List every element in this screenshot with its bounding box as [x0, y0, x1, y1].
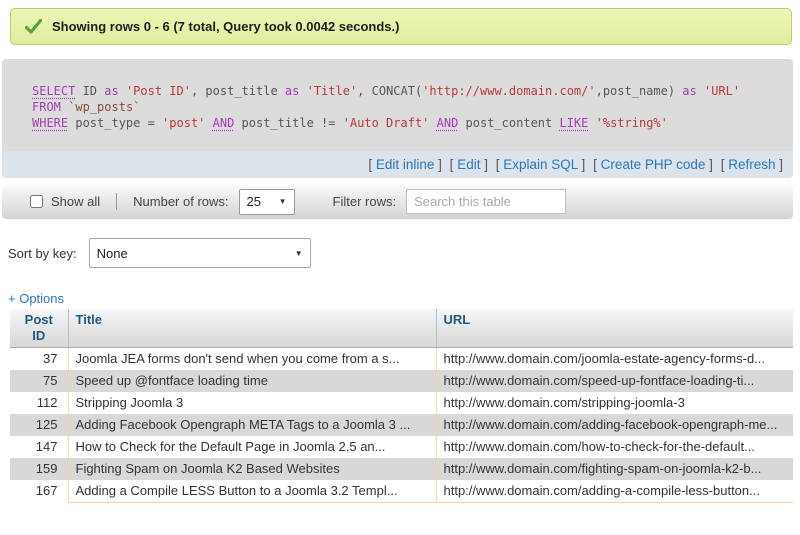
title-cell: Adding Facebook Opengraph META Tags to a…	[68, 414, 436, 436]
sql-token: SELECT	[32, 84, 75, 98]
title-cell: Speed up @fontface loading time	[68, 370, 436, 392]
url-cell: http://www.domain.com/adding-facebook-op…	[436, 414, 793, 436]
bracket: ]	[434, 157, 442, 172]
table-header-row: Post ID Title URL	[10, 309, 793, 348]
sql-token: ,post_name)	[596, 84, 683, 98]
sql-token: post_content	[458, 116, 559, 130]
sql-token: as	[285, 84, 299, 98]
number-of-rows-select[interactable]: 25 ▼	[239, 189, 295, 215]
table-row: 75Speed up @fontface loading timehttp://…	[10, 370, 793, 392]
title-cell: Fighting Spam on Joomla K2 Based Website…	[68, 458, 436, 480]
explain-sql-link[interactable]: Explain SQL	[503, 157, 578, 172]
sql-token: `wp_posts`	[68, 100, 140, 114]
sql-token: as	[104, 84, 118, 98]
sql-token: '%string%'	[596, 116, 668, 130]
title-cell: How to Check for the Default Page in Joo…	[68, 436, 436, 458]
sql-token: 'Auto Draft'	[343, 116, 430, 130]
post-id-cell: 112	[10, 392, 68, 414]
sql-token: WHERE	[32, 116, 68, 130]
edit-link[interactable]: Edit	[457, 157, 480, 172]
sort-by-key-row: Sort by key: None ▼	[8, 238, 800, 268]
show-all-checkbox[interactable]	[30, 195, 43, 208]
create-php-code-link[interactable]: Create PHP code	[601, 157, 706, 172]
sql-token: , post_title	[191, 84, 285, 98]
number-of-rows-value: 25	[247, 194, 261, 209]
sql-query-box: SELECT ID as 'Post ID', post_title as 'T…	[2, 59, 793, 178]
url-cell: http://www.domain.com/adding-a-compile-l…	[436, 480, 793, 503]
success-text: Showing rows 0 - 6 (7 total, Query took …	[52, 19, 399, 34]
post-id-cell: 167	[10, 480, 68, 503]
sql-token: ID	[75, 84, 104, 98]
sql-token: post_title !=	[234, 116, 342, 130]
bracket: [	[368, 157, 376, 172]
success-message: Showing rows 0 - 6 (7 total, Query took …	[10, 8, 792, 45]
bracket: ]	[775, 157, 783, 172]
filter-rows-label: Filter rows:	[333, 194, 397, 209]
sql-token: post_type =	[68, 116, 162, 130]
url-cell: http://www.domain.com/stripping-joomla-3	[436, 392, 793, 414]
table-row: 167Adding a Compile LESS Button to a Joo…	[10, 480, 793, 503]
chevron-down-icon: ▼	[269, 197, 287, 206]
green-check-icon	[25, 19, 42, 34]
options-toggle-link[interactable]: + Options	[8, 291, 64, 306]
url-cell: http://www.domain.com/how-to-check-for-t…	[436, 436, 793, 458]
sql-token: FROM	[32, 100, 61, 114]
sql-token: AND	[213, 116, 235, 130]
sql-token: AND	[437, 116, 459, 130]
refresh-link[interactable]: Refresh	[728, 157, 775, 172]
column-header-title: Title	[68, 309, 436, 348]
number-of-rows-label: Number of rows:	[133, 194, 228, 209]
results-tbody: 37Joomla JEA forms don't send when you c…	[10, 348, 793, 503]
table-row: 112Stripping Joomla 3http://www.domain.c…	[10, 392, 793, 414]
sql-token: as	[682, 84, 696, 98]
chevron-down-icon: ▼	[285, 249, 303, 258]
url-cell: http://www.domain.com/fighting-spam-on-j…	[436, 458, 793, 480]
sql-token: 'URL'	[704, 84, 740, 98]
table-row: 125Adding Facebook Opengraph META Tags t…	[10, 414, 793, 436]
sql-action-links: [ Edit inline ] [ Edit ] [ Explain SQL ]…	[2, 151, 793, 178]
url-cell: http://www.domain.com/joomla-estate-agen…	[436, 348, 793, 371]
post-id-cell: 125	[10, 414, 68, 436]
show-all-label: Show all	[51, 194, 100, 209]
sql-token: 'Post ID'	[126, 84, 191, 98]
column-header-url: URL	[436, 309, 793, 348]
sort-by-key-select[interactable]: None ▼	[89, 238, 311, 268]
title-cell: Adding a Compile LESS Button to a Joomla…	[68, 480, 436, 503]
sql-token: 'http://www.domain.com/'	[422, 84, 595, 98]
table-row: 159Fighting Spam on Joomla K2 Based Webs…	[10, 458, 793, 480]
sql-token: 'post'	[162, 116, 205, 130]
sql-token: , CONCAT(	[357, 84, 422, 98]
post-id-cell: 159	[10, 458, 68, 480]
filter-rows-input[interactable]	[406, 189, 566, 214]
bracket: ]	[578, 157, 586, 172]
column-header-post-id: Post ID	[10, 309, 68, 348]
table-row: 147How to Check for the Default Page in …	[10, 436, 793, 458]
sort-by-key-label: Sort by key:	[8, 246, 77, 261]
url-cell: http://www.domain.com/speed-up-fontface-…	[436, 370, 793, 392]
sort-by-key-value: None	[97, 246, 128, 261]
bracket: ]	[705, 157, 713, 172]
results-table: Post ID Title URL 37Joomla JEA forms don…	[10, 309, 793, 503]
divider	[116, 193, 117, 210]
edit-inline-link[interactable]: Edit inline	[376, 157, 435, 172]
post-id-cell: 75	[10, 370, 68, 392]
title-cell: Stripping Joomla 3	[68, 392, 436, 414]
sql-token	[740, 84, 747, 98]
sql-token	[588, 116, 595, 130]
post-id-cell: 37	[10, 348, 68, 371]
sql-token	[299, 84, 306, 98]
post-id-cell: 147	[10, 436, 68, 458]
bracket: [	[593, 157, 601, 172]
results-controls-bar: Show all Number of rows: 25 ▼ Filter row…	[2, 184, 793, 219]
sql-token	[119, 84, 126, 98]
bracket: ]	[480, 157, 488, 172]
sql-token: 'Title'	[307, 84, 358, 98]
sql-token	[429, 116, 436, 130]
sql-token	[697, 84, 704, 98]
sql-token	[205, 116, 212, 130]
title-cell: Joomla JEA forms don't send when you com…	[68, 348, 436, 371]
table-row: 37Joomla JEA forms don't send when you c…	[10, 348, 793, 371]
sql-code: SELECT ID as 'Post ID', post_title as 'T…	[32, 83, 773, 131]
sql-token: LIKE	[559, 116, 588, 130]
